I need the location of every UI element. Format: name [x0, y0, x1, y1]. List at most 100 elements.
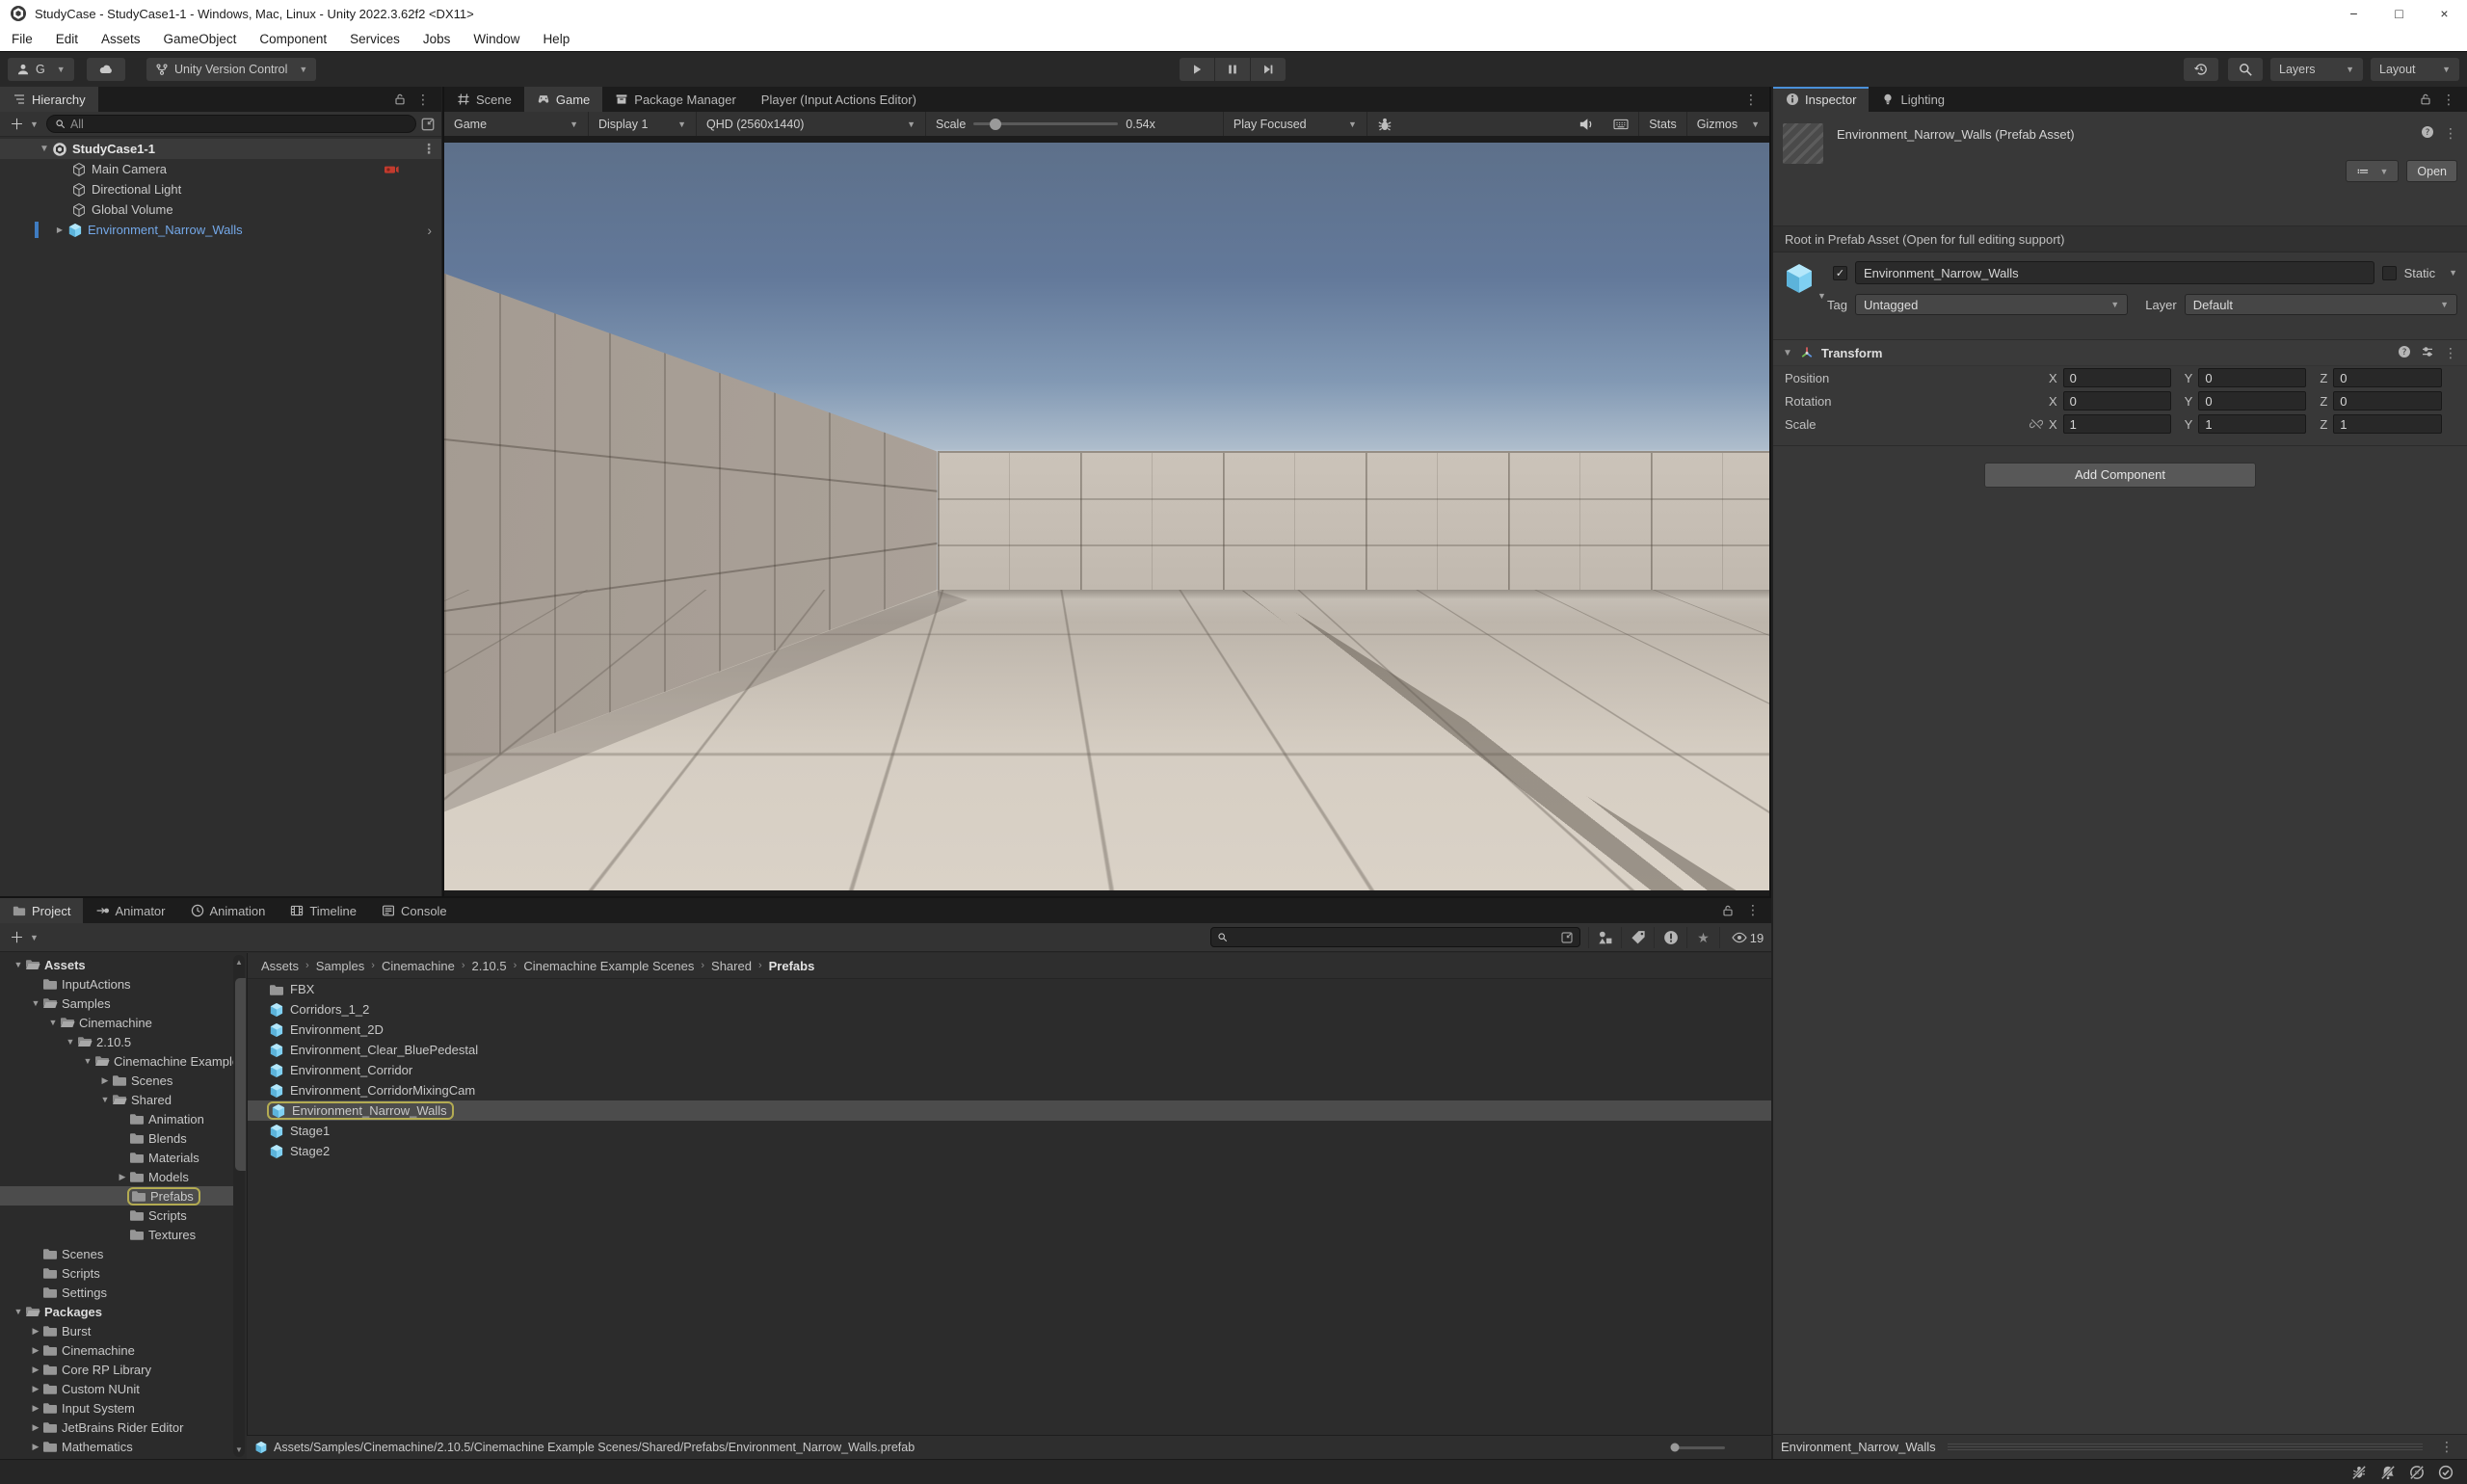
- file-row-corridors-1-2[interactable]: Corridors_1_2: [248, 999, 1771, 1020]
- scale-x-field[interactable]: 1: [2063, 414, 2171, 434]
- prefab-hierarchy-button[interactable]: ≔ ▼: [2346, 160, 2399, 182]
- picker-icon[interactable]: [420, 117, 436, 132]
- debugger-detached-icon[interactable]: [2351, 1465, 2367, 1480]
- position-y-field[interactable]: 0: [2198, 368, 2306, 387]
- scrollbar-thumb[interactable]: [235, 978, 246, 1171]
- tree-item-core-rp-library[interactable]: ▶Core RP Library: [0, 1360, 233, 1379]
- static-checkbox[interactable]: [2382, 266, 2397, 280]
- foldout-icon[interactable]: ▶: [29, 1326, 42, 1337]
- hierarchy-search-input[interactable]: All: [46, 115, 416, 133]
- tag-dropdown[interactable]: Untagged ▼: [1855, 294, 2128, 315]
- account-button[interactable]: G ▼: [8, 58, 74, 81]
- kebab-menu-icon[interactable]: ⋮: [1740, 902, 1765, 918]
- open-search-window-icon[interactable]: [1560, 931, 1574, 944]
- favorites-button[interactable]: ★: [1686, 927, 1719, 948]
- breadcrumb-segment[interactable]: Cinemachine Example Scenes: [523, 959, 694, 973]
- scroll-up-icon[interactable]: ▲: [233, 958, 245, 967]
- tree-item-custom-nunit[interactable]: ▶Custom NUnit: [0, 1379, 233, 1398]
- tree-item-inputactions[interactable]: InputActions: [0, 974, 233, 994]
- tree-item-input-system[interactable]: ▶Input System: [0, 1398, 233, 1418]
- foldout-icon[interactable]: ▼: [46, 1018, 60, 1027]
- scale-z-field[interactable]: 1: [2333, 414, 2442, 434]
- position-x-field[interactable]: 0: [2063, 368, 2171, 387]
- layout-dropdown[interactable]: Layout ▼: [2371, 58, 2459, 81]
- tab-animation[interactable]: Animation: [178, 898, 279, 923]
- tab-timeline[interactable]: Timeline: [278, 898, 369, 923]
- kebab-menu-icon[interactable]: ⋮: [411, 92, 436, 108]
- tree-item-blends[interactable]: Blends: [0, 1128, 233, 1148]
- add-object-button[interactable]: ＋▼: [6, 114, 42, 134]
- rotation-z-field[interactable]: 0: [2333, 391, 2442, 411]
- chevron-down-icon[interactable]: ▼: [2449, 268, 2457, 278]
- tab-package-manager[interactable]: Package Manager: [602, 87, 749, 112]
- tree-item-scenes[interactable]: Scenes: [0, 1244, 233, 1263]
- undo-history-button[interactable]: [2184, 58, 2218, 81]
- scroll-down-icon[interactable]: ▼: [233, 1445, 245, 1454]
- hierarchy-item-global-volume[interactable]: Global Volume: [0, 199, 441, 220]
- file-row-fbx[interactable]: FBX: [248, 979, 1771, 999]
- hierarchy-scene-row[interactable]: ▼StudyCase1-1⋮: [0, 139, 441, 159]
- play-button[interactable]: [1180, 58, 1214, 81]
- tree-item-prefabs[interactable]: Prefabs: [0, 1186, 233, 1206]
- open-prefab-button[interactable]: Open: [2406, 160, 2457, 182]
- menu-services[interactable]: Services: [338, 27, 411, 51]
- menu-window[interactable]: Window: [462, 27, 531, 51]
- foldout-icon[interactable]: ▶: [116, 1172, 129, 1182]
- rotation-y-field[interactable]: 0: [2198, 391, 2306, 411]
- menu-assets[interactable]: Assets: [90, 27, 152, 51]
- foldout-icon[interactable]: ▼: [1783, 348, 1792, 358]
- tree-item-packages[interactable]: ▼Packages: [0, 1302, 233, 1321]
- tree-item-scenes[interactable]: ▶Scenes: [0, 1071, 233, 1090]
- play-focused-dropdown[interactable]: Play Focused ▼: [1223, 112, 1367, 136]
- hierarchy-item-main-camera[interactable]: Main Camera: [0, 159, 441, 179]
- kebab-menu-icon[interactable]: ⋮: [2434, 1439, 2459, 1455]
- presets-icon[interactable]: [2421, 345, 2434, 358]
- hidden-count-indicator[interactable]: 19: [1719, 927, 1775, 948]
- layer-dropdown[interactable]: Default ▼: [2185, 294, 2457, 315]
- tree-scrollbar[interactable]: ▲ ▼: [233, 955, 245, 1457]
- search-button[interactable]: [2228, 58, 2263, 81]
- file-row-environment-corridor[interactable]: Environment_Corridor: [248, 1060, 1771, 1080]
- tab-inspector[interactable]: Inspector: [1773, 87, 1869, 112]
- tree-item-cinemachine[interactable]: ▼Cinemachine: [0, 1013, 233, 1032]
- foldout-icon[interactable]: ▶: [29, 1442, 42, 1452]
- foldout-icon[interactable]: ▶: [29, 1345, 42, 1356]
- frame-debugger-button[interactable]: [1367, 112, 1402, 136]
- resolution-dropdown[interactable]: QHD (2560x1440) ▼: [697, 112, 926, 136]
- tab-game[interactable]: Game: [524, 87, 602, 112]
- create-asset-button[interactable]: ＋▼: [6, 927, 42, 947]
- minimize-button[interactable]: −: [2331, 0, 2376, 27]
- foldout-icon[interactable]: ▶: [52, 225, 67, 234]
- tree-item-scripts[interactable]: Scripts: [0, 1206, 233, 1225]
- breadcrumb-segment[interactable]: Assets: [261, 959, 299, 973]
- tree-item-assets[interactable]: ▼Assets: [0, 955, 233, 974]
- scale-y-field[interactable]: 1: [2198, 414, 2306, 434]
- input-device-button[interactable]: [1604, 112, 1638, 136]
- tree-item-models[interactable]: ▶Models: [0, 1167, 233, 1186]
- display-dropdown[interactable]: Display 1 ▼: [589, 112, 697, 136]
- foldout-icon[interactable]: ▼: [81, 1056, 94, 1066]
- tab-hierarchy[interactable]: Hierarchy: [0, 87, 98, 112]
- tree-item-scripts[interactable]: Scripts: [0, 1263, 233, 1283]
- breadcrumb-segment[interactable]: 2.10.5: [471, 959, 506, 973]
- file-row-environment-clear-bluepedestal[interactable]: Environment_Clear_BluePedestal: [248, 1040, 1771, 1060]
- tree-item-animation[interactable]: Animation: [0, 1109, 233, 1128]
- active-checkbox[interactable]: ✓: [1833, 266, 1847, 280]
- help-icon[interactable]: ?: [2398, 345, 2411, 358]
- breadcrumb-segment[interactable]: Samples: [316, 959, 365, 973]
- prefab-open-chevron-icon[interactable]: ›: [427, 223, 441, 238]
- help-icon[interactable]: ?: [2421, 125, 2434, 139]
- filter-importance-button[interactable]: [1654, 927, 1686, 948]
- tree-item-cinemachine-example-scenes[interactable]: ▼Cinemachine Example Scenes: [0, 1051, 233, 1071]
- background-tasks-complete-icon[interactable]: [2438, 1465, 2454, 1480]
- notifications-muted-icon[interactable]: [2380, 1465, 2396, 1480]
- tree-item-mathematics[interactable]: ▶Mathematics: [0, 1437, 233, 1456]
- foldout-icon[interactable]: ▼: [37, 144, 52, 154]
- foldout-icon[interactable]: ▶: [29, 1365, 42, 1375]
- close-button[interactable]: ×: [2422, 0, 2467, 27]
- position-z-field[interactable]: 0: [2333, 368, 2442, 387]
- tree-item-textures[interactable]: Textures: [0, 1225, 233, 1244]
- menu-help[interactable]: Help: [531, 27, 581, 51]
- kebab-menu-icon[interactable]: ⋮: [416, 141, 441, 157]
- file-row-stage2[interactable]: Stage2: [248, 1141, 1771, 1161]
